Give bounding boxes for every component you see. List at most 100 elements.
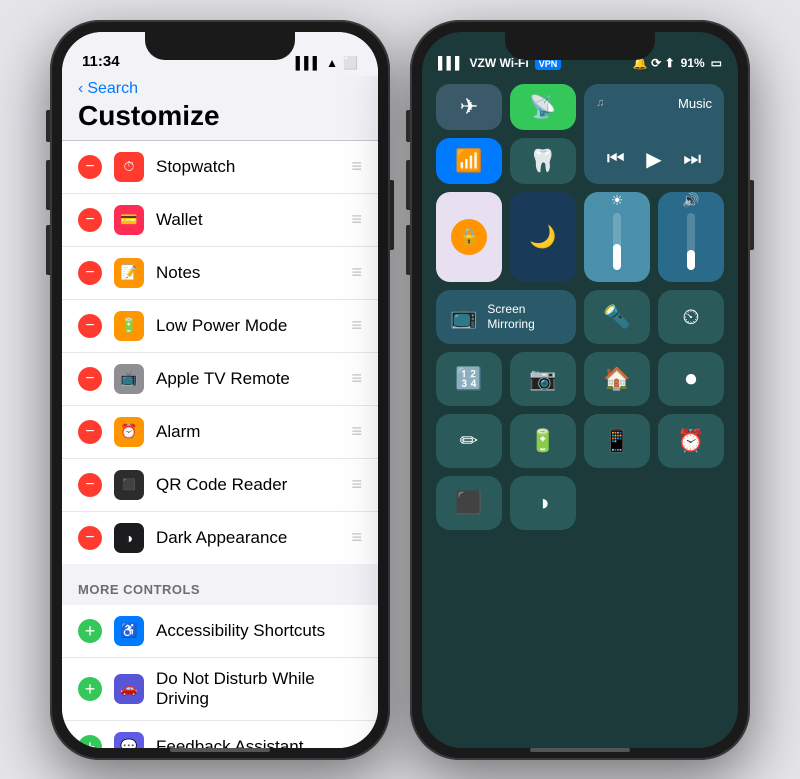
list-item[interactable]: + 🚗 Do Not Disturb While Driving [62, 658, 378, 721]
fastforward-icon[interactable]: ⏭ [683, 148, 701, 171]
app-icon: 🚗 [114, 674, 144, 704]
connectivity-tiles: ✈ 📡 📶 🦷 [436, 84, 576, 184]
volume-down-button[interactable] [406, 225, 410, 275]
drag-handle[interactable]: ≡ [351, 156, 362, 177]
power-button[interactable] [390, 180, 394, 250]
remove-button[interactable]: − [78, 261, 102, 285]
signal-icon: ▌▌▌ [296, 56, 322, 70]
volume-tile[interactable]: 🔊 [658, 192, 724, 282]
app-icon: 📺 [114, 364, 144, 394]
brightness-slider[interactable] [613, 213, 621, 270]
add-button[interactable]: + [78, 619, 102, 643]
notes-tile[interactable]: ✏ [436, 414, 502, 468]
remove-button[interactable]: − [78, 314, 102, 338]
item-label: QR Code Reader [156, 475, 351, 495]
left-phone: 11:34 ▌▌▌ ▲ ⬜ ‹ Search Customize − [50, 20, 390, 760]
brightness-tile[interactable]: ☀ [584, 192, 650, 282]
back-button[interactable]: ‹ Search [78, 80, 362, 98]
add-button[interactable]: + [78, 735, 102, 748]
camera-tile[interactable]: 📷 [510, 352, 576, 406]
app-icon: ⏰ [114, 417, 144, 447]
drag-handle[interactable]: ≡ [351, 421, 362, 442]
power-button[interactable] [750, 180, 754, 250]
list-item[interactable]: − ⏰ Alarm ≡ [62, 406, 378, 459]
timer-tile[interactable]: ⏲ [658, 290, 724, 344]
calculator-tile[interactable]: 🔢 [436, 352, 502, 406]
item-label: Apple TV Remote [156, 369, 351, 389]
list-item[interactable]: − 💳 Wallet ≡ [62, 194, 378, 247]
bluetooth-tile[interactable]: 🦷 [510, 138, 576, 184]
silent-button[interactable] [406, 110, 410, 142]
drag-handle[interactable]: ≡ [351, 474, 362, 495]
qr-tile[interactable]: ⬛ [436, 476, 502, 530]
item-label: Accessibility Shortcuts [156, 621, 362, 641]
screen-record-tile[interactable]: ⏺ [658, 352, 724, 406]
drag-handle[interactable]: ≡ [351, 315, 362, 336]
calculator-icon: 🔢 [455, 366, 482, 392]
rewind-icon[interactable]: ⏮ [607, 148, 625, 171]
app-icon: ⬛ [114, 470, 144, 500]
remove-button[interactable]: − [78, 367, 102, 391]
wifi-tile[interactable]: 📶 [436, 138, 502, 184]
music-label: Music [678, 96, 712, 111]
item-label: Stopwatch [156, 157, 351, 177]
volume-down-button[interactable] [46, 225, 50, 275]
silent-button[interactable] [46, 110, 50, 142]
airplane-mode-tile[interactable]: ✈ [436, 84, 502, 130]
list-item[interactable]: − 📺 Apple TV Remote ≡ [62, 353, 378, 406]
home-bar[interactable] [530, 748, 630, 752]
torch-icon: 🔦 [603, 304, 630, 330]
hotspot-tile[interactable]: 📡 [510, 84, 576, 130]
remove-button[interactable]: − [78, 208, 102, 232]
remove-button[interactable]: − [78, 473, 102, 497]
home-tile[interactable]: 🏠 [584, 352, 650, 406]
screen-mirroring-tile[interactable]: 📺 ScreenMirroring [436, 290, 576, 344]
drag-handle[interactable]: ≡ [351, 527, 362, 548]
screen-mirroring-label: ScreenMirroring [487, 302, 534, 331]
list-item[interactable]: − ⏱ Stopwatch ≡ [62, 141, 378, 194]
included-section: − ⏱ Stopwatch ≡ − 💳 Wallet ≡ − 📝 Notes [62, 141, 378, 564]
page-title: Customize [78, 100, 220, 132]
play-icon[interactable]: ▶ [646, 147, 661, 172]
battery-icon: ⬜ [343, 56, 358, 70]
app-icon: 💳 [114, 205, 144, 235]
notch [145, 32, 295, 60]
drag-handle[interactable]: ≡ [351, 368, 362, 389]
drag-handle[interactable]: ≡ [351, 262, 362, 283]
more-controls-section: + ♿ Accessibility Shortcuts + 🚗 Do Not D… [62, 605, 378, 748]
remove-button[interactable]: − [78, 155, 102, 179]
drag-handle[interactable]: ≡ [351, 209, 362, 230]
control-center-grid: ✈ 📡 📶 🦷 ♫ Music ⏮ [422, 76, 738, 538]
remove-button[interactable]: − [78, 526, 102, 550]
list-item[interactable]: − 📝 Notes ≡ [62, 247, 378, 300]
torch-tile[interactable]: 🔦 [584, 290, 650, 344]
alarm-tile[interactable]: ⏰ [658, 414, 724, 468]
remove-button[interactable]: − [78, 420, 102, 444]
cc-signal-icon: ▌▌▌ [438, 56, 464, 70]
item-label: Notes [156, 263, 351, 283]
home-bar[interactable] [170, 748, 270, 752]
list-item[interactable]: + 💬 Feedback Assistant [62, 721, 378, 748]
music-tile[interactable]: ♫ Music ⏮ ▶ ⏭ [584, 84, 724, 184]
battery-tile[interactable]: 🔋 [510, 414, 576, 468]
rotation-lock-tile[interactable]: 🔒 [436, 192, 502, 282]
volume-up-button[interactable] [46, 160, 50, 210]
nav-bar: ‹ Search Customize [62, 76, 378, 141]
item-label: Dark Appearance [156, 528, 351, 548]
volume-slider[interactable] [687, 213, 695, 270]
list-item[interactable]: − 🔋 Low Power Mode ≡ [62, 300, 378, 353]
item-label: Low Power Mode [156, 316, 351, 336]
add-button[interactable]: + [78, 677, 102, 701]
do-not-disturb-tile[interactable]: 🌙 [510, 192, 576, 282]
camera-icon: 📷 [529, 366, 556, 392]
wifi-icon: ▲ [326, 56, 338, 70]
list-item[interactable]: − ◑ Dark Appearance ≡ [62, 512, 378, 564]
dark-appearance-tile[interactable]: ◑ [510, 476, 576, 530]
remote-tile[interactable]: 📱 [584, 414, 650, 468]
list-item[interactable]: + ♿ Accessibility Shortcuts [62, 605, 378, 658]
remote-icon: 📱 [603, 428, 630, 454]
list-item[interactable]: − ⬛ QR Code Reader ≡ [62, 459, 378, 512]
customize-list[interactable]: − ⏱ Stopwatch ≡ − 💳 Wallet ≡ − 📝 Notes [62, 141, 378, 748]
dark-icon: ◑ [536, 490, 549, 516]
volume-up-button[interactable] [406, 160, 410, 210]
